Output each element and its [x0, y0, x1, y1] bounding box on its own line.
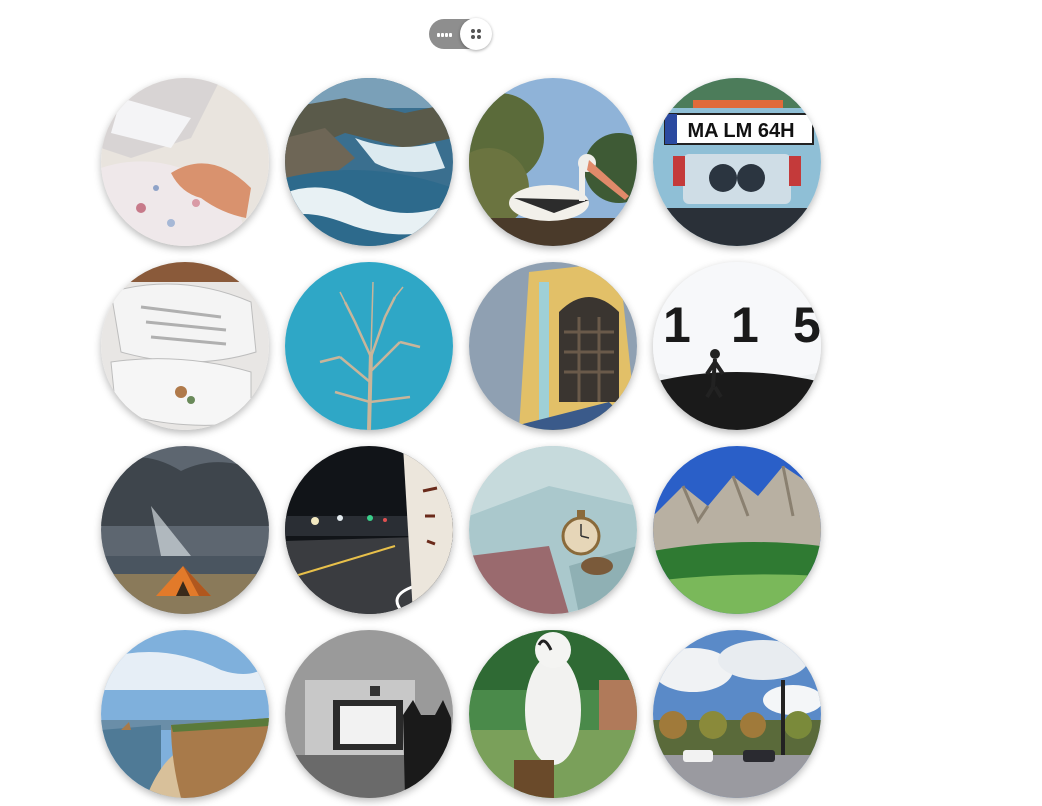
photo-image — [285, 630, 453, 798]
photo-image — [653, 446, 821, 614]
photo-thumbnail[interactable] — [101, 262, 269, 430]
photo-thumbnail[interactable] — [469, 262, 637, 430]
toggle-knob[interactable] — [460, 18, 492, 50]
photo-thumbnail[interactable] — [469, 446, 637, 614]
photo-image — [285, 446, 453, 614]
photo-grid: MA LM 64H 1 1 5 — [101, 78, 821, 798]
svg-text:1: 1 — [663, 297, 691, 353]
photo-thumbnail[interactable] — [469, 630, 637, 798]
photo-thumbnail[interactable] — [285, 262, 453, 430]
list-view-icon[interactable] — [437, 33, 452, 37]
photo-image — [469, 262, 637, 430]
photo-thumbnail[interactable] — [469, 78, 637, 246]
photo-image — [101, 446, 269, 614]
photo-thumbnail[interactable] — [653, 630, 821, 798]
photo-thumbnail[interactable] — [285, 446, 453, 614]
photo-thumbnail[interactable] — [101, 78, 269, 246]
gallery-page: MA LM 64H 1 1 5 — [0, 0, 1042, 806]
photo-image — [285, 262, 453, 430]
photo-image — [101, 630, 269, 798]
photo-image: 1 1 5 — [653, 262, 821, 430]
photo-image — [469, 630, 637, 798]
photo-thumbnail[interactable]: 1 1 5 — [653, 262, 821, 430]
photo-thumbnail[interactable]: MA LM 64H — [653, 78, 821, 246]
view-toggle[interactable] — [429, 18, 493, 50]
photo-image — [101, 78, 269, 246]
svg-text:MA LM 64H: MA LM 64H — [687, 120, 794, 142]
photo-image — [469, 446, 637, 614]
photo-image — [101, 262, 269, 430]
svg-text:1: 1 — [731, 297, 759, 353]
grid-view-icon — [471, 29, 481, 39]
photo-thumbnail[interactable] — [101, 630, 269, 798]
photo-thumbnail[interactable] — [101, 446, 269, 614]
svg-text:5: 5 — [793, 297, 821, 353]
photo-image — [469, 78, 637, 246]
photo-thumbnail[interactable] — [285, 630, 453, 798]
photo-thumbnail[interactable] — [653, 446, 821, 614]
photo-image: MA LM 64H — [653, 78, 821, 246]
photo-thumbnail[interactable] — [285, 78, 453, 246]
photo-image — [653, 630, 821, 798]
photo-image — [285, 78, 453, 246]
